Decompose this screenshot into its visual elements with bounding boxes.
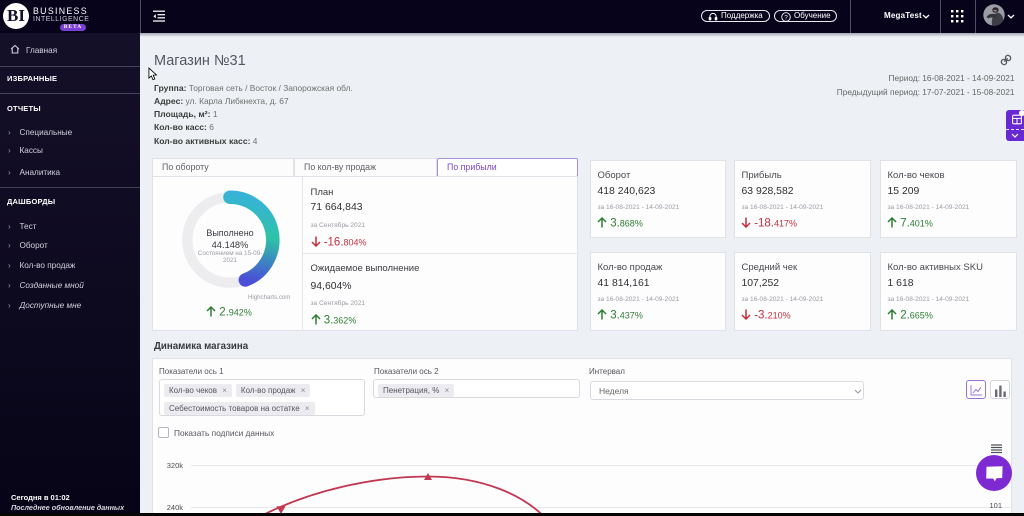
svg-text:?: ?	[784, 14, 788, 21]
